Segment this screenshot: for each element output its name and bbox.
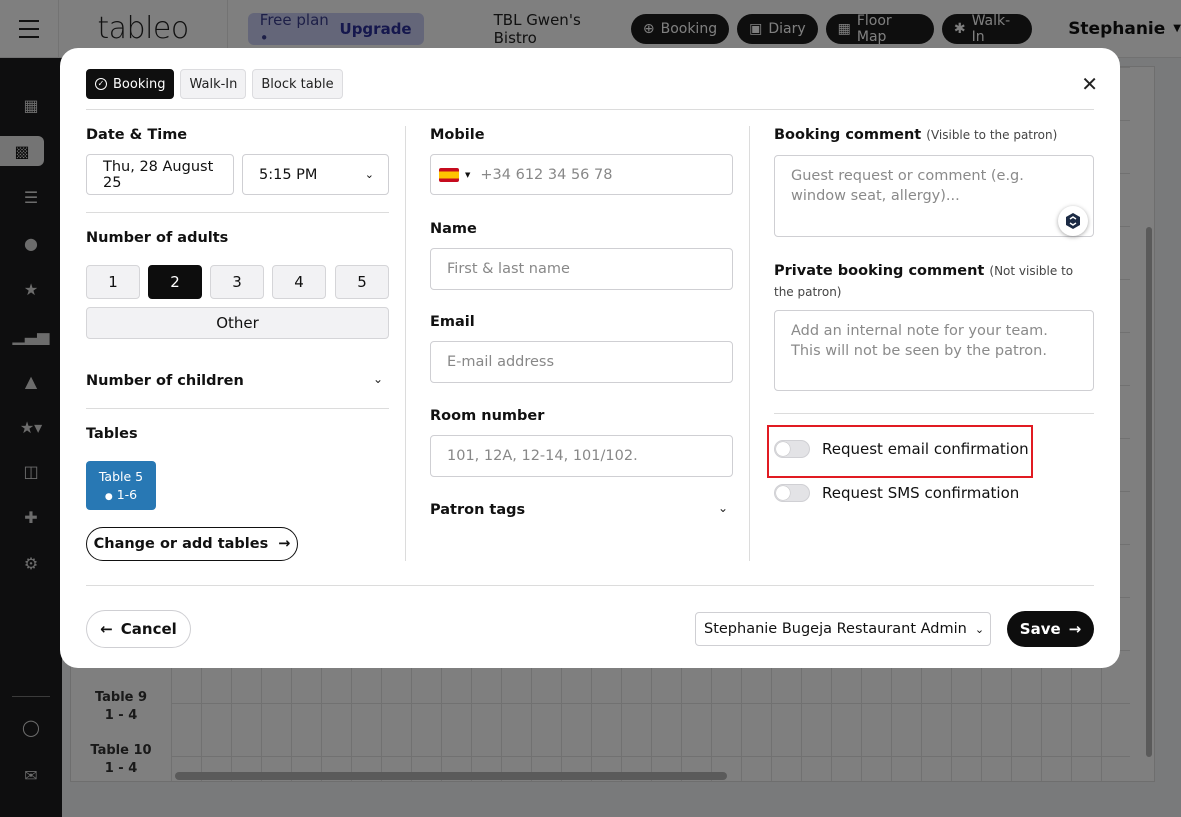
name-placeholder: First & last name: [447, 261, 570, 277]
check-circle-icon: ✓: [95, 78, 107, 90]
chevron-down-icon: ⌄: [974, 622, 985, 636]
staff-select[interactable]: Stephanie Bugeja Restaurant Admin ⌄: [695, 612, 991, 646]
booking-comment-label: Booking comment (Visible to the patron): [774, 127, 1057, 143]
adults-label: Number of adults: [86, 230, 229, 246]
date-field[interactable]: Thu, 28 August 25: [86, 154, 234, 195]
email-label: Email: [430, 314, 475, 330]
email-placeholder: E-mail address: [447, 354, 555, 370]
mobile-field[interactable]: ▼ +34 612 34 56 78: [430, 154, 733, 195]
section-divider: [86, 408, 389, 409]
sms-confirmation-label[interactable]: Request SMS confirmation: [822, 484, 1019, 502]
mobile-placeholder: +34 612 34 56 78: [480, 166, 613, 183]
private-comment-label: Private booking comment (Not visible to …: [774, 261, 1094, 303]
booking-comment-placeholder: Guest request or comment (e.g. window se…: [791, 168, 1024, 204]
person-icon: ●: [104, 492, 113, 502]
table-name: Table 5: [98, 469, 144, 484]
tab-block-table-label: Block table: [261, 76, 334, 92]
ai-assist-icon[interactable]: [1058, 206, 1088, 236]
cancel-button[interactable]: ← Cancel: [86, 610, 191, 648]
new-booking-modal: ✓ Booking Walk-In Block table ✕ Date & T…: [60, 48, 1120, 668]
adults-option-button[interactable]: 3: [210, 265, 264, 299]
highlight-box: [767, 425, 1033, 478]
patron-tags-label[interactable]: Patron tags: [430, 502, 525, 518]
mobile-label: Mobile: [430, 127, 485, 143]
close-icon[interactable]: ✕: [1081, 74, 1098, 94]
name-label: Name: [430, 221, 477, 237]
room-number-label: Room number: [430, 408, 545, 424]
private-comment-textarea[interactable]: Add an internal note for your team. This…: [774, 310, 1094, 391]
private-comment-placeholder: Add an internal note for your team. This…: [791, 323, 1048, 359]
name-field[interactable]: First & last name: [430, 248, 733, 290]
cancel-label: Cancel: [120, 620, 177, 638]
booking-comment-textarea[interactable]: Guest request or comment (e.g. window se…: [774, 155, 1094, 237]
time-value: 5:15 PM: [259, 166, 318, 183]
children-label[interactable]: Number of children: [86, 373, 244, 389]
adults-option-button[interactable]: 1: [86, 265, 140, 299]
change-tables-button[interactable]: Change or add tables →: [86, 527, 298, 561]
adults-option-button-selected[interactable]: 2: [148, 265, 202, 299]
arrow-right-icon: →: [278, 536, 291, 552]
chevron-down-icon[interactable]: ⌄: [373, 372, 383, 386]
private-comment-title: Private booking comment: [774, 263, 985, 279]
tab-walk-in[interactable]: Walk-In: [180, 69, 247, 99]
room-number-field[interactable]: 101, 12A, 12-14, 101/102.: [430, 435, 733, 477]
email-field[interactable]: E-mail address: [430, 341, 733, 383]
tab-block-table[interactable]: Block table: [252, 69, 343, 99]
save-label: Save: [1019, 620, 1061, 638]
booking-comment-title: Booking comment: [774, 127, 922, 143]
table-capacity-row: ● 1-6: [86, 486, 156, 506]
tab-booking-label: Booking: [113, 76, 166, 92]
arrow-right-icon: →: [1068, 620, 1082, 638]
change-tables-label: Change or add tables: [93, 536, 269, 552]
booking-comment-hint: (Visible to the patron): [926, 128, 1058, 142]
caret-down-icon[interactable]: ▼: [465, 171, 470, 179]
tables-label: Tables: [86, 426, 138, 442]
column-divider: [405, 126, 406, 561]
section-divider: [774, 413, 1094, 414]
chevron-down-icon[interactable]: ⌄: [718, 501, 728, 515]
room-number-placeholder: 101, 12A, 12-14, 101/102.: [447, 448, 638, 464]
table-capacity: 1-6: [116, 487, 138, 502]
booking-type-tabs: ✓ Booking Walk-In Block table: [86, 69, 343, 99]
chevron-down-icon: ⌄: [364, 168, 374, 181]
section-divider: [86, 212, 389, 213]
adults-other-button[interactable]: Other: [86, 307, 389, 339]
staff-value: Stephanie Bugeja Restaurant Admin: [704, 621, 967, 637]
selected-table-chip[interactable]: Table 5 ● 1-6: [86, 461, 156, 510]
tab-booking[interactable]: ✓ Booking: [86, 69, 175, 99]
adults-option-button[interactable]: 4: [272, 265, 326, 299]
adults-option-button[interactable]: 5: [335, 265, 389, 299]
tab-walk-in-label: Walk-In: [189, 76, 238, 92]
date-time-label: Date & Time: [86, 127, 188, 143]
arrow-left-icon: ←: [100, 620, 113, 638]
header-divider: [86, 109, 1094, 110]
save-button[interactable]: Save →: [1007, 611, 1094, 647]
date-value: Thu, 28 August 25: [103, 158, 214, 191]
spain-flag-icon[interactable]: [439, 167, 459, 182]
footer-divider: [86, 585, 1094, 586]
sms-confirmation-toggle[interactable]: [774, 484, 810, 502]
column-divider: [749, 126, 750, 561]
time-select[interactable]: 5:15 PM ⌄: [242, 154, 389, 195]
